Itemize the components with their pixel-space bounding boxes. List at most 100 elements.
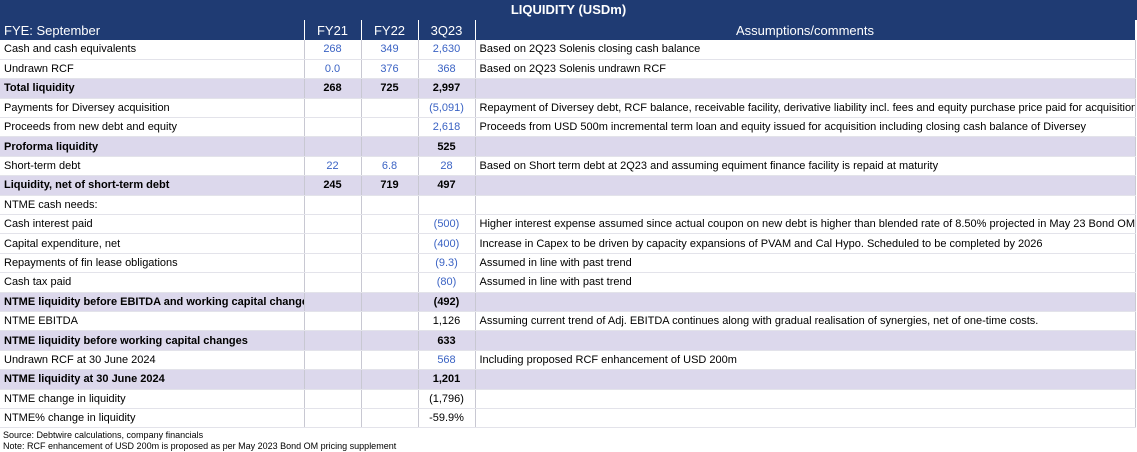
header-row: FYE: September FY21 FY22 3Q23 Assumption…	[0, 20, 1136, 40]
cell-fy21	[304, 311, 362, 332]
cell-3q23: (1,796)	[418, 389, 476, 409]
cell-fy22: 719	[361, 175, 419, 196]
table-row: Payments for Diversey acquisition (5,091)…	[0, 98, 1136, 119]
cell-fy21	[304, 369, 362, 390]
table-row: Cash tax paid (80) Assumed in line with pa…	[0, 272, 1136, 293]
cell-fy22	[361, 233, 419, 254]
row-comment: Assumed in line with past trend	[475, 272, 1136, 293]
table-row: NTME cash needs:	[0, 195, 1136, 216]
table-row: Capital expenditure, net (400) Increase in…	[0, 233, 1136, 254]
cell-fy21	[304, 330, 362, 351]
cell-3q23: 497	[418, 175, 476, 196]
row-label: Short-term debt	[0, 156, 305, 177]
cell-fy22	[361, 311, 419, 332]
row-label: Cash tax paid	[0, 272, 305, 293]
cell-3q23: 633	[418, 330, 476, 351]
header-fy22: FY22	[361, 20, 419, 40]
cell-fy22	[361, 136, 419, 157]
row-comment: Based on 2Q23 Solenis undrawn RCF	[475, 59, 1136, 80]
cell-3q23: -59.9%	[418, 408, 476, 429]
cell-3q23: 368	[418, 59, 476, 80]
row-label: NTME EBITDA	[0, 311, 305, 332]
cell-fy21: 268	[304, 40, 362, 60]
header-fye: FYE: September	[0, 20, 305, 40]
row-comment	[475, 175, 1136, 196]
cell-3q23: (9.3)	[418, 253, 476, 274]
liquidity-sheet: LIQUIDITY (USDm) FYE: September FY21 FY2…	[0, 0, 1137, 452]
header-fy21: FY21	[304, 20, 362, 40]
table-row: NTME liquidity at 30 June 2024 1,201	[0, 369, 1136, 390]
table-row: Cash interest paid (500) Higher interest e…	[0, 214, 1136, 235]
row-label: NTME liquidity before working capital ch…	[0, 330, 305, 351]
row-label: Undrawn RCF at 30 June 2024	[0, 350, 305, 371]
table-row: Total liquidity 268 725 2,997	[0, 78, 1136, 99]
cell-fy22	[361, 350, 419, 371]
row-comment: Based on Short term debt at 2Q23 and ass…	[475, 156, 1136, 177]
row-label: NTME cash needs:	[0, 195, 305, 216]
cell-3q23: (492)	[418, 292, 476, 312]
cell-3q23	[418, 195, 476, 216]
row-label: Proforma liquidity	[0, 136, 305, 157]
cell-fy22	[361, 214, 419, 235]
cell-3q23: 525	[418, 136, 476, 157]
cell-3q23: 2,997	[418, 78, 476, 99]
cell-fy21: 22	[304, 156, 362, 177]
cell-fy21	[304, 195, 362, 216]
cell-3q23: 2,618	[418, 117, 476, 138]
table-row: Undrawn RCF at 30 June 2024 568 Including …	[0, 350, 1136, 371]
cell-fy22	[361, 272, 419, 293]
table-row: NTME% change in liquidity -59.9%	[0, 408, 1136, 429]
table-row: NTME change in liquidity (1,796)	[0, 389, 1136, 409]
row-label: Repayments of fin lease obligations	[0, 253, 305, 274]
cell-fy21	[304, 117, 362, 138]
table-row: Liquidity, net of short-term debt 245 719 4…	[0, 175, 1136, 196]
rcf-note: Note: RCF enhancement of USD 200m is pro…	[3, 441, 397, 452]
table-row: NTME EBITDA 1,126 Assuming current trend o…	[0, 311, 1136, 332]
cell-fy22: 376	[361, 59, 419, 80]
header-3q23: 3Q23	[418, 20, 476, 40]
table-row: Proforma liquidity 525	[0, 136, 1136, 157]
table-body: Cash and cash equivalents 268 349 2,630 Base…	[0, 40, 1136, 429]
cell-fy22	[361, 369, 419, 390]
source-note: Source: Debtwire calculations, company f…	[3, 430, 204, 441]
row-comment: Assumed in line with past trend	[475, 253, 1136, 274]
cell-3q23: 1,201	[418, 369, 476, 390]
row-comment	[475, 408, 1136, 429]
cell-3q23: (400)	[418, 233, 476, 254]
row-label: Undrawn RCF	[0, 59, 305, 80]
row-comment	[475, 369, 1136, 390]
table-row: Undrawn RCF 0.0 376 368 Based on 2Q23 Soleni…	[0, 59, 1136, 80]
cell-fy21: 0.0	[304, 59, 362, 80]
row-label: Cash interest paid	[0, 214, 305, 235]
row-comment: Assuming current trend of Adj. EBITDA co…	[475, 311, 1136, 332]
row-label: Capital expenditure, net	[0, 233, 305, 254]
cell-fy21	[304, 408, 362, 429]
cell-fy22: 349	[361, 40, 419, 60]
cell-3q23: (500)	[418, 214, 476, 235]
row-label: Liquidity, net of short-term debt	[0, 175, 305, 196]
cell-fy21: 245	[304, 175, 362, 196]
cell-3q23: 1,126	[418, 311, 476, 332]
cell-fy22: 725	[361, 78, 419, 99]
cell-fy21	[304, 136, 362, 157]
row-comment	[475, 78, 1136, 99]
table-row: Cash and cash equivalents 268 349 2,630 Base…	[0, 40, 1136, 60]
row-label: Cash and cash equivalents	[0, 40, 305, 60]
cell-fy21	[304, 350, 362, 371]
row-comment: Higher interest expense assumed since ac…	[475, 214, 1136, 235]
row-comment	[475, 136, 1136, 157]
row-label: NTME change in liquidity	[0, 389, 305, 409]
row-comment	[475, 195, 1136, 216]
cell-fy22	[361, 408, 419, 429]
row-label: NTME liquidity before EBITDA and working…	[0, 292, 305, 312]
cell-fy22	[361, 195, 419, 216]
row-comment: Proceeds from USD 500m incremental term …	[475, 117, 1136, 138]
row-label: NTME liquidity at 30 June 2024	[0, 369, 305, 390]
cell-fy21	[304, 253, 362, 274]
cell-fy21	[304, 272, 362, 293]
row-comment: Including proposed RCF enhancement of US…	[475, 350, 1136, 371]
table-title: LIQUIDITY (USDm)	[0, 0, 1137, 20]
cell-3q23: (5,091)	[418, 98, 476, 119]
cell-3q23: 28	[418, 156, 476, 177]
row-comment: Based on 2Q23 Solenis closing cash balan…	[475, 40, 1136, 60]
